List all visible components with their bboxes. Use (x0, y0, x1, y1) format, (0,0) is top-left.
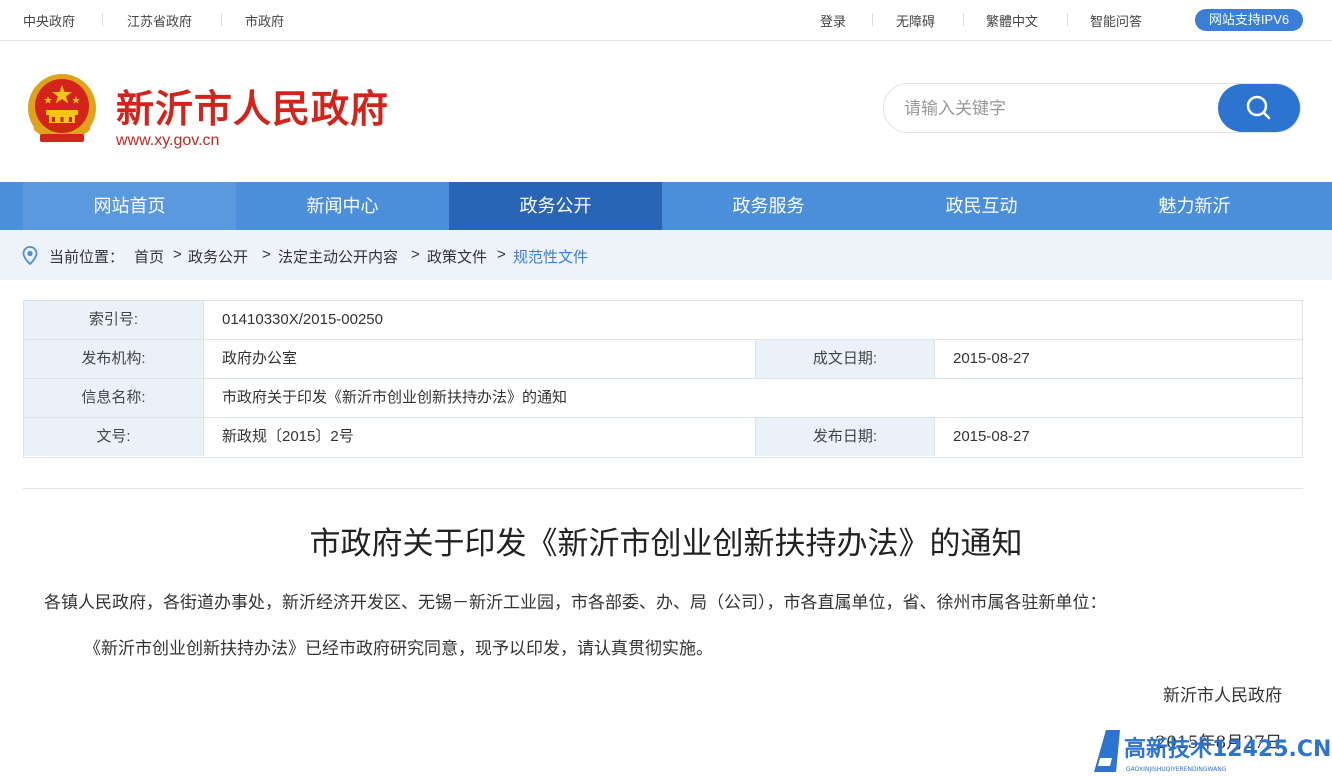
link-city-government[interactable]: 市政府 (245, 11, 284, 30)
login-link[interactable]: 登录 (820, 11, 846, 30)
site-watermark: 高新技术12425.CN GAOXINJISHUQIYERENDINGWANG (1088, 728, 1332, 776)
site-title: 新沂市人民政府 (116, 87, 390, 131)
nav-government-affairs-open[interactable]: 政务公开 (449, 182, 662, 230)
nav-charming-xinyi[interactable]: 魅力新沂 (1088, 182, 1301, 230)
national-emblem-icon (24, 72, 100, 150)
search-input[interactable] (904, 96, 1204, 122)
nav-home[interactable]: 网站首页 (23, 182, 236, 230)
info-row-index: 索引号: 01410330X/2015-00250 (24, 301, 1302, 340)
index-value: 01410330X/2015-00250 (222, 311, 383, 328)
docno-value: 新政规〔2015〕2号 (222, 428, 354, 445)
org-value: 政府办公室 (222, 350, 298, 367)
location-pin-icon (22, 246, 38, 265)
nav-public-interaction[interactable]: 政民互动 (875, 182, 1088, 230)
document-body: 《新沂市创业创新扶持办法》已经市政府研究同意，现予以印发，请认真贯彻实施。 (84, 639, 713, 659)
info-row-docno: 文号: 新政规〔2015〕2号 发布日期: 2015-08-27 (24, 418, 1302, 457)
breadcrumb-home[interactable]: 首页 (134, 246, 164, 267)
nav-news-center[interactable]: 新闻中心 (236, 182, 449, 230)
docno-label: 文号: (24, 418, 203, 456)
link-central-government[interactable]: 中央政府 (23, 11, 75, 30)
ipv6-badge: 网站支持IPV6 (1195, 9, 1303, 31)
name-label: 信息名称: (24, 379, 203, 417)
name-value: 市政府关于印发《新沂市创业创新扶持办法》的通知 (222, 389, 568, 406)
separator (221, 13, 222, 26)
org-label: 发布机构: (24, 340, 203, 378)
breadcrumb-label: 当前位置： (49, 249, 125, 266)
document-title: 市政府关于印发《新沂市创业创新扶持办法》的通知 (309, 526, 1023, 562)
breadcrumb: 当前位置： 首页 > 政务公开 > 法定主动公开内容 > 政策文件 > 规范性文… (0, 230, 1332, 280)
document-salutation: 各镇人民政府，各街道办事处，新沂经济开发区、无锡－新沂工业园，市各部委、办、局（… (44, 593, 1107, 613)
nav-government-services[interactable]: 政务服务 (662, 182, 875, 230)
link-jiangsu-government[interactable]: 江苏省政府 (127, 11, 192, 30)
separator (1067, 13, 1068, 26)
search-button[interactable] (1218, 84, 1300, 132)
accessibility-link[interactable]: 无障碍 (896, 11, 935, 30)
breadcrumb-separator: > (411, 246, 420, 263)
info-row-name: 信息名称: 市政府关于印发《新沂市创业创新扶持办法》的通知 (24, 379, 1302, 418)
document-signature: 新沂市人民政府 (1163, 686, 1282, 706)
separator (102, 13, 103, 26)
breadcrumb-separator: > (262, 246, 271, 263)
index-label: 索引号: (24, 301, 203, 339)
watermark-text: 高新技术12425.CN (1124, 736, 1331, 762)
search-icon (1246, 95, 1271, 120)
published-date-label: 发布日期: (756, 418, 934, 456)
published-date-value: 2015-08-27 (953, 428, 1030, 445)
search-box (883, 83, 1301, 133)
traditional-chinese-link[interactable]: 繁體中文 (986, 11, 1038, 30)
smart-qa-link[interactable]: 智能问答 (1090, 11, 1142, 30)
breadcrumb-government-affairs[interactable]: 政务公开 (188, 246, 248, 267)
top-utility-bar: 中央政府 江苏省政府 市政府 登录 无障碍 繁體中文 智能问答 网站支持IPV6 (0, 0, 1332, 41)
breadcrumb-separator: > (497, 246, 506, 263)
breadcrumb-policy-documents[interactable]: 政策文件 (427, 246, 487, 267)
info-row-org: 发布机构: 政府办公室 成文日期: 2015-08-27 (24, 340, 1302, 379)
content-divider (23, 488, 1303, 489)
main-navigation: 网站首页 新闻中心 政务公开 政务服务 政民互动 魅力新沂 (0, 182, 1332, 230)
document-info-table: 索引号: 01410330X/2015-00250 发布机构: 政府办公室 成文… (23, 300, 1303, 458)
watermark-subtext: GAOXINJISHUQIYERENDINGWANG (1126, 766, 1227, 773)
created-date-value: 2015-08-27 (953, 350, 1030, 367)
breadcrumb-statutory-content[interactable]: 法定主动公开内容 (278, 246, 398, 267)
separator (872, 13, 873, 26)
site-url: www.xy.gov.cn (116, 132, 220, 149)
separator (963, 13, 964, 26)
breadcrumb-current[interactable]: 规范性文件 (513, 246, 588, 267)
created-date-label: 成文日期: (756, 340, 934, 378)
breadcrumb-separator: > (173, 246, 182, 263)
